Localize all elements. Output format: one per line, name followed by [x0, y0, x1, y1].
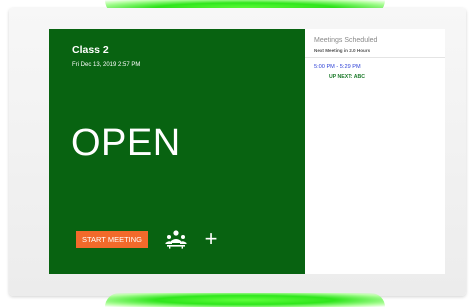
- add-icon[interactable]: +: [200, 228, 222, 250]
- schedule-title: Meetings Scheduled: [314, 37, 378, 44]
- meeting-time[interactable]: 5:00 PM - 5:29 PM: [314, 64, 361, 70]
- meeting-up-next[interactable]: UP NEXT: ABC: [329, 74, 365, 80]
- divider: [305, 57, 445, 58]
- status-light-bottom: [105, 293, 385, 307]
- start-meeting-button[interactable]: START MEETING: [76, 231, 149, 248]
- people-icon[interactable]: [164, 229, 188, 249]
- next-meeting-info: Next Meeting in 2.0 Hours: [314, 48, 371, 53]
- room-status: OPEN: [71, 122, 181, 164]
- room-status-panel: Class 2 Fri Dec 13, 2019 2:57 PM OPEN ST…: [49, 29, 305, 274]
- room-name: Class 2: [72, 44, 109, 56]
- people-icon-graphic: [165, 230, 187, 249]
- screen: Class 2 Fri Dec 13, 2019 2:57 PM OPEN ST…: [49, 29, 445, 274]
- current-datetime: Fri Dec 13, 2019 2:57 PM: [72, 62, 141, 68]
- tablet-device: Class 2 Fri Dec 13, 2019 2:57 PM OPEN ST…: [0, 0, 474, 307]
- schedule-panel: Meetings Scheduled Next Meeting in 2.0 H…: [305, 29, 445, 274]
